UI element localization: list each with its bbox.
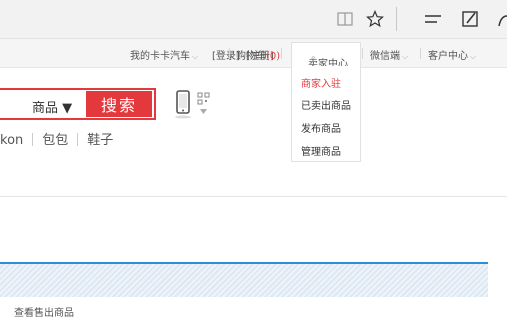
share-icon[interactable] — [496, 8, 507, 30]
wechat-label: 微信端 — [370, 51, 400, 62]
customer-center-label: 客户中心 — [428, 51, 468, 62]
chevron-down-icon: ⌵ — [402, 52, 409, 61]
my-account-menu[interactable]: 我的卡卡汽车 ⌵ — [130, 47, 198, 62]
dropdown-item-publish-item[interactable]: 发布商品 — [301, 120, 341, 135]
nav-divider — [281, 48, 282, 59]
nav-divider — [420, 48, 421, 59]
qr-code-icon[interactable] — [197, 92, 210, 122]
search-bar[interactable]: 商品 ▼ 搜索 — [0, 88, 156, 120]
dropdown-item-sold-items[interactable]: 已卖出商品 — [301, 97, 351, 112]
header-divider — [0, 196, 507, 197]
toolbar-separator — [396, 7, 397, 31]
cart-count: (0) — [266, 51, 281, 62]
dropdown-item-merchant-join[interactable]: 商家入驻 — [301, 75, 341, 90]
reading-view-icon[interactable] — [335, 8, 355, 30]
my-account-label: 我的卡卡汽车 — [130, 51, 190, 62]
chevron-down-icon: ⌵ — [470, 52, 477, 61]
dropdown-item-manage-items[interactable]: 管理商品 — [301, 143, 341, 158]
search-button[interactable]: 搜索 — [86, 91, 152, 117]
hub-menu-icon[interactable] — [422, 8, 444, 30]
top-nav-bar: [登录] [注册] 我的卡卡汽车 ⌵ 购物车(0) 微信端 ⌵ 客户中心 ⌵ — [0, 39, 507, 68]
chevron-up-icon: ^ — [310, 55, 317, 64]
seller-center-menu[interactable]: 卖家中心 ^ — [291, 42, 361, 70]
section-caption: 查看售出商品 — [14, 308, 74, 319]
browser-toolbar — [0, 0, 507, 39]
web-note-icon[interactable] — [459, 8, 481, 30]
search-category-select[interactable]: 商品 ▼ — [32, 97, 72, 116]
nav-divider — [229, 48, 230, 59]
hot-word-link[interactable]: 包包 — [42, 129, 68, 148]
favorite-star-icon[interactable] — [364, 8, 386, 30]
content-banner — [0, 262, 488, 297]
cart-link[interactable]: 购物车(0) — [236, 47, 280, 62]
seller-dropdown: 商家入驻 已卖出商品 发布商品 管理商品 — [291, 66, 361, 162]
cart-label: 购物车 — [236, 51, 266, 62]
mobile-phone-icon[interactable] — [175, 90, 192, 119]
nav-divider — [362, 48, 363, 59]
hot-word-link[interactable]: 鞋子 — [87, 129, 113, 148]
hot-word-divider — [77, 133, 79, 146]
hot-word-link[interactable]: kon — [0, 133, 23, 148]
hot-word-divider — [32, 133, 34, 146]
wechat-menu[interactable]: 微信端 ⌵ — [370, 47, 408, 62]
chevron-down-icon: ⌵ — [192, 52, 199, 61]
hot-search-words: kon 包包 鞋子 — [0, 129, 113, 148]
customer-center-menu[interactable]: 客户中心 ⌵ — [428, 47, 476, 62]
